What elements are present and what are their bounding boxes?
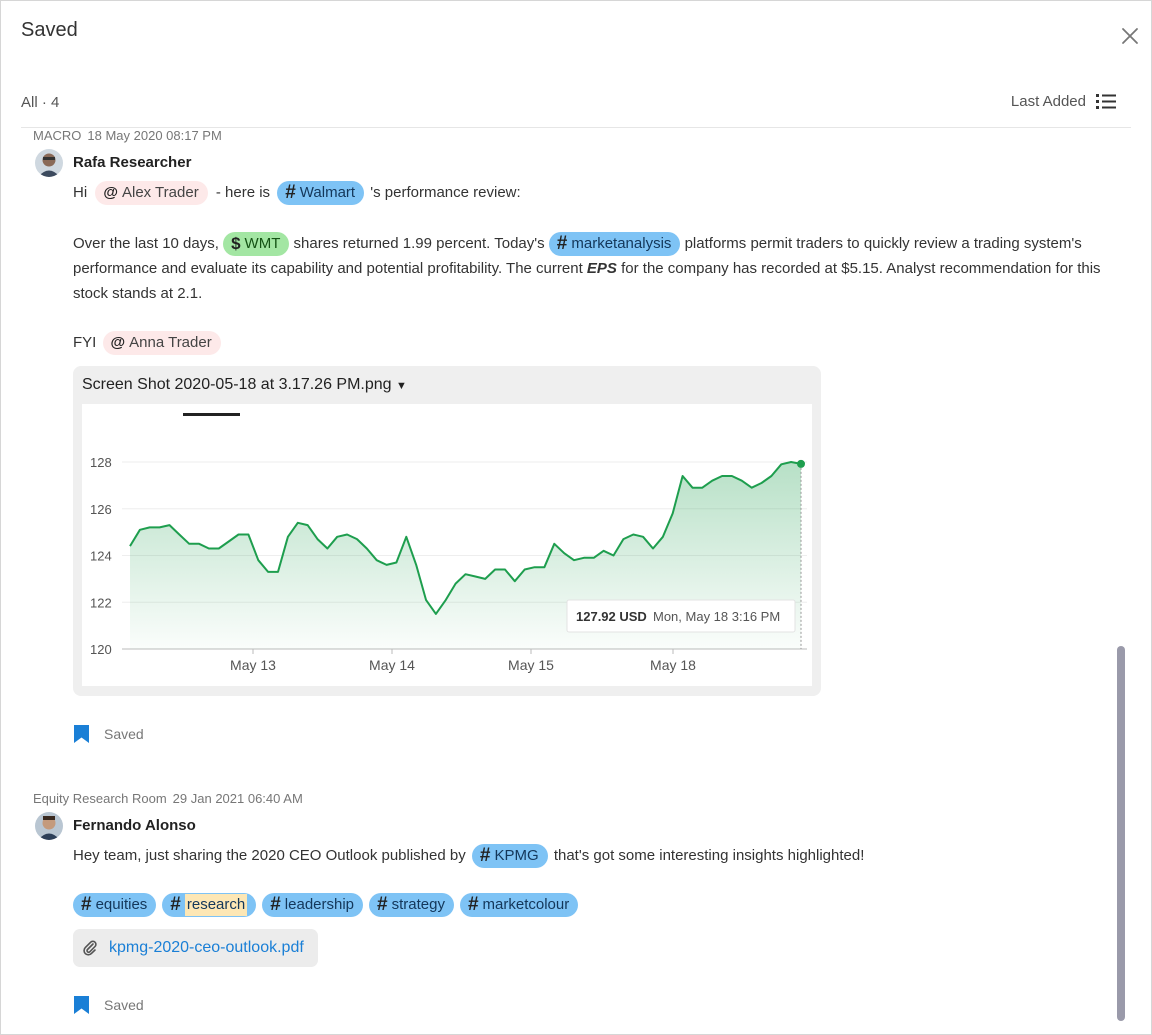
y-tick-label: 120 [90,642,112,657]
post-meta: Equity Research Room 29 Jan 2021 06:40 AM [33,791,303,806]
hashtag-label: Walmart [299,184,356,201]
x-tick-label: May 15 [508,657,554,673]
caret-down-icon: ▼ [396,380,407,392]
y-tick-label: 126 [90,502,112,517]
mention-chip[interactable]: @ Alex Trader [95,181,208,205]
cashtag-chip[interactable]: $ WMT [223,232,290,257]
scrollbar-thumb[interactable] [1117,646,1125,1021]
message-line: Hey team, just sharing the 2020 CEO Outl… [73,844,864,868]
chart-tooltip: 127.92 USD Mon, May 18 3:16 PM [566,599,796,633]
hash-icon: # [285,182,296,203]
chart-image[interactable]: 120 122 124 126 128 May 13 May 14 May 15 May 18… [82,404,812,686]
hashtag-list: # equities # research # leadership # strateg… [73,893,579,917]
y-tick-label: 122 [90,595,112,610]
x-tick-label: May 14 [369,657,415,673]
message-text: Over the last 10 days, [73,235,219,252]
hash-icon: # [467,894,479,915]
avatar[interactable] [35,149,63,177]
at-icon: @ [110,334,126,351]
hashtag-chip[interactable]: # marketcolour [459,893,579,917]
at-icon: @ [103,184,118,201]
hashtag-label: research [184,894,248,916]
hashtag-label: leadership [284,896,355,913]
dollar-icon: $ [231,234,241,254]
price-chart: 120 122 124 126 128 May 13 May 14 May 15 May 18… [90,413,807,673]
message-text: that's got some interesting insights hig… [553,846,865,864]
post-meta: MACRO 18 May 2020 08:17 PM [33,128,222,143]
hash-icon: # [479,845,491,866]
file-name-link[interactable]: kpmg-2020-ceo-outlook.pdf [109,939,304,957]
author-name[interactable]: Fernando Alonso [73,817,196,834]
hashtag-chip[interactable]: # KPMG [471,844,548,868]
message-paragraph: Over the last 10 days, $ WMT shares retur… [73,231,1103,306]
sort-button[interactable]: Last Added [1011,92,1117,110]
room-name: Equity Research Room [33,791,167,806]
hash-icon: # [81,894,92,915]
mention-label: Alex Trader [121,184,199,201]
fyi-text: FYI [73,333,97,351]
message-text: Hey team, just sharing the 2020 CEO Outl… [73,846,466,864]
hashtag-label: strategy [391,896,445,913]
tooltip-price: 127.92 USD [576,609,647,624]
y-tick-label: 124 [90,549,112,564]
hash-icon: # [270,894,281,915]
filter-all[interactable]: All · 4 [21,94,59,111]
hash-icon: # [556,233,568,255]
hashtag-chip[interactable]: # strategy [369,893,454,917]
tooltip-time: Mon, May 18 3:16 PM [653,609,780,624]
hashtag-chip[interactable]: # research [162,893,257,917]
mention-chip[interactable]: @ Anna Trader [102,331,221,355]
hashtag-label: marketcolour [482,896,570,913]
close-icon[interactable] [1119,25,1141,47]
hash-icon: # [170,894,181,915]
bookmark-icon [74,996,89,1014]
last-point [797,459,805,468]
saved-label: Saved [104,726,144,742]
hash-icon: # [377,894,388,915]
message-text: - here is [215,183,271,201]
hashtag-label: marketanalysis [571,235,672,253]
y-tick-label: 128 [90,455,112,470]
fyi-line: FYI @ Anna Trader [73,331,221,355]
x-tick-label: May 13 [230,657,276,673]
saved-panel: Saved All · 4 Last Added MACRO 18 May 202… [0,0,1152,1035]
cashtag-label: WMT [244,235,281,253]
hashtag-label: KPMG [494,847,539,864]
tab-indicator [183,413,240,416]
hashtag-chip[interactable]: # Walmart [277,181,365,205]
post-timestamp: 29 Jan 2021 06:40 AM [172,791,303,806]
panel-title: Saved [21,19,78,41]
message-text: shares returned 1.99 percent. Today's [293,235,545,252]
list-icon [1096,94,1116,109]
room-name: MACRO [33,128,82,143]
hashtag-chip[interactable]: # equities [73,893,157,917]
sort-label: Last Added [1010,92,1086,110]
image-attachment: Screen Shot 2020-05-18 at 3.17.26 PM.png… [73,366,821,696]
hashtag-chip[interactable]: # leadership [262,893,364,917]
greeting-text: Hi [73,183,88,201]
attachment-filename: Screen Shot 2020-05-18 at 3.17.26 PM.png [82,376,392,393]
x-tick-label: May 18 [650,657,696,673]
author-name[interactable]: Rafa Researcher [73,154,191,171]
saved-toggle[interactable]: Saved [73,995,144,1015]
hashtag-chip[interactable]: # marketanalysis [548,232,681,257]
message-line: Hi @ Alex Trader - here is # Walmart 's pe… [73,181,521,205]
post-timestamp: 18 May 2020 08:17 PM [87,128,222,143]
paperclip-icon [83,940,97,956]
message-text: 's performance review: [370,183,521,201]
attachment-name-dropdown[interactable]: Screen Shot 2020-05-18 at 3.17.26 PM.png… [82,376,407,394]
hashtag-label: equities [95,896,148,913]
file-attachment[interactable]: kpmg-2020-ceo-outlook.pdf [73,929,318,967]
mention-label: Anna Trader [129,334,212,351]
bold-text: EPS [586,260,617,278]
avatar[interactable] [35,812,63,840]
saved-toggle[interactable]: Saved [73,724,144,744]
bookmark-icon [74,725,89,743]
saved-label: Saved [104,997,144,1013]
